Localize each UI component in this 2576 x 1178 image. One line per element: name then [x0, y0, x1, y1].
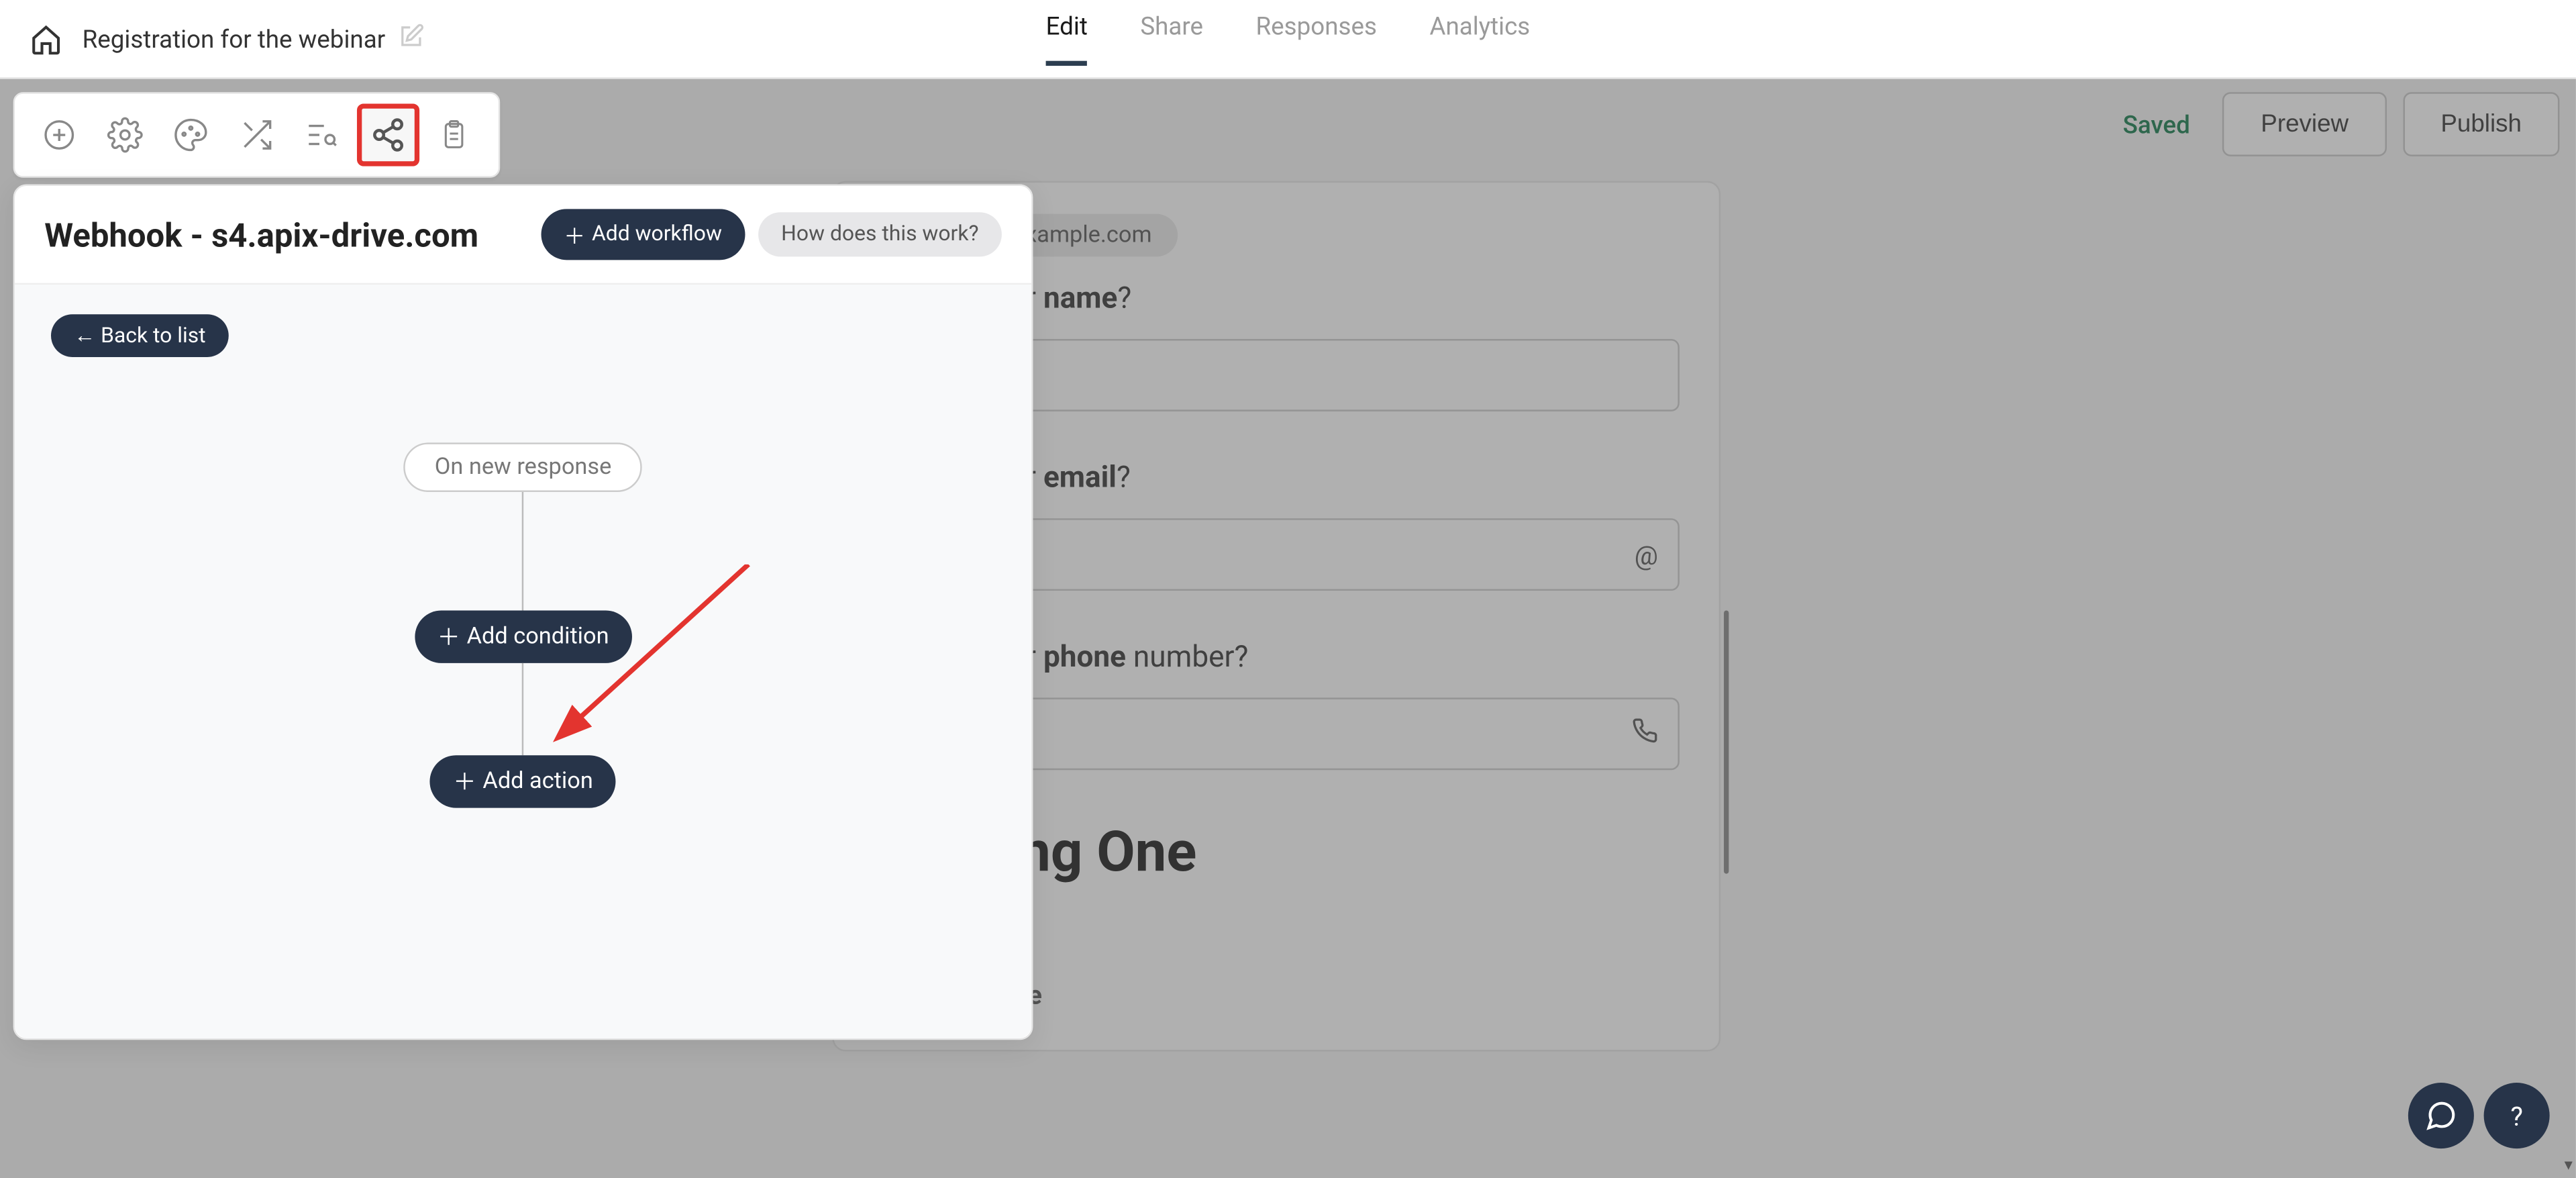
plus-icon: ＋	[453, 765, 476, 798]
tab-edit[interactable]: Edit	[1046, 11, 1088, 66]
share-nodes-icon[interactable]	[357, 103, 419, 166]
plus-icon: ＋	[437, 620, 460, 653]
connector-line	[522, 663, 523, 755]
how-does-this-work-button[interactable]: How does this work?	[758, 212, 1002, 256]
page-title: Registration for the webinar	[83, 24, 386, 54]
home-icon[interactable]	[26, 19, 66, 58]
workflow-panel: Webhook - s4.apix-drive.com ＋Add workflo…	[13, 185, 1033, 1040]
clipboard-icon[interactable]	[423, 103, 485, 166]
panel-title: Webhook - s4.apix-drive.com	[44, 215, 478, 254]
tab-share[interactable]: Share	[1140, 11, 1203, 66]
left-toolbar	[13, 92, 501, 177]
add-condition-button[interactable]: ＋Add condition	[414, 610, 632, 662]
palette-icon[interactable]	[160, 103, 222, 166]
add-workflow-button[interactable]: ＋Add workflow	[541, 209, 745, 260]
search-list-icon[interactable]	[291, 103, 354, 166]
add-icon[interactable]	[28, 103, 91, 166]
help-fab[interactable]: ?	[2484, 1083, 2550, 1148]
settings-icon[interactable]	[94, 103, 156, 166]
trigger-node[interactable]: On new response	[403, 442, 643, 492]
connector-line	[522, 492, 523, 611]
back-to-list-button[interactable]: ← Back to list	[51, 314, 229, 357]
shuffle-icon[interactable]	[225, 103, 288, 166]
edit-title-icon[interactable]	[399, 22, 425, 55]
chevron-down-icon[interactable]: ▾	[2565, 1157, 2573, 1175]
tab-responses[interactable]: Responses	[1255, 11, 1377, 66]
tab-analytics[interactable]: Analytics	[1429, 11, 1530, 66]
chat-fab[interactable]	[2408, 1083, 2474, 1148]
top-tabs: Edit Share Responses Analytics	[1046, 11, 1531, 66]
plus-icon: ＋	[564, 219, 585, 250]
add-action-button[interactable]: ＋Add action	[430, 755, 616, 807]
